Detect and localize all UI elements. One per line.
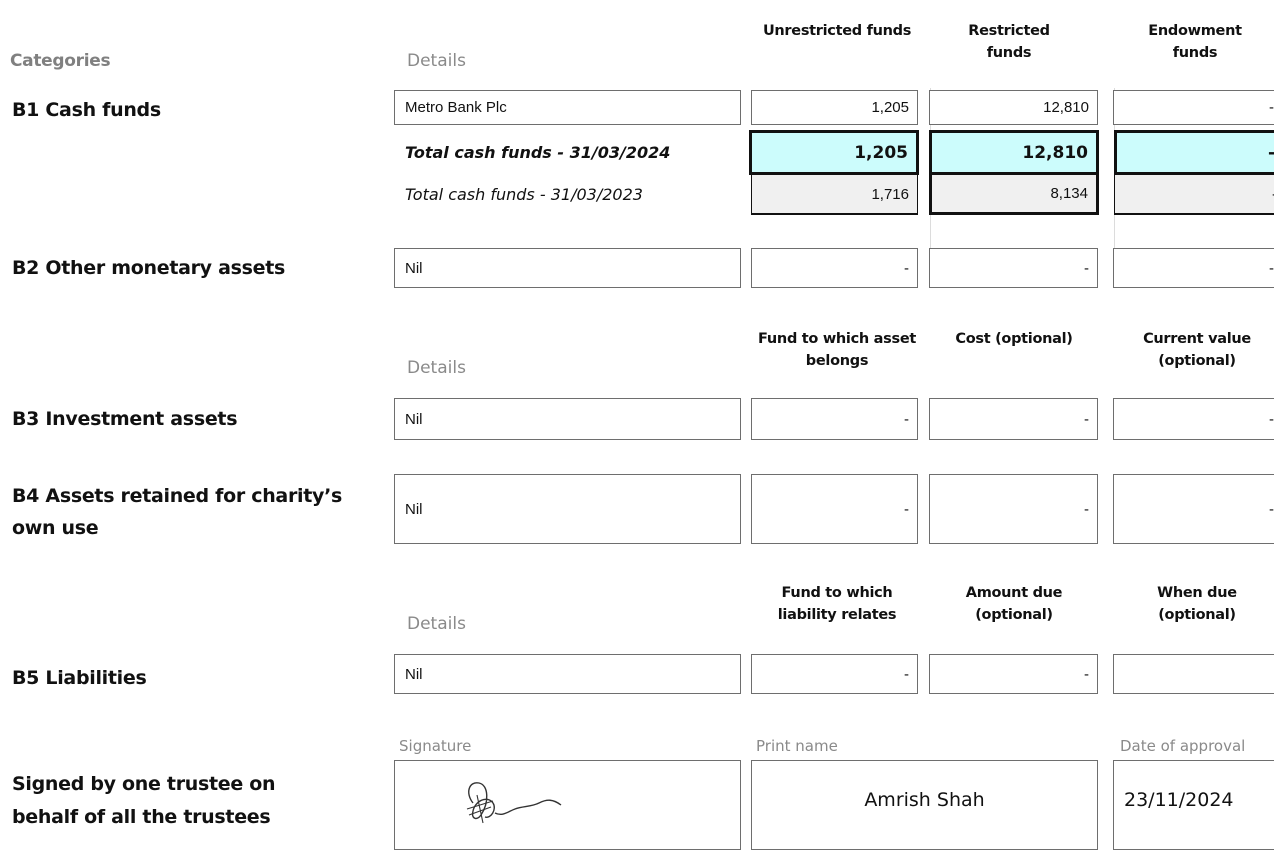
b1-unrestricted-field[interactable]: 1,205: [751, 90, 918, 125]
b1-restricted-field[interactable]: 12,810: [929, 90, 1098, 125]
assets-details-header: Details: [407, 358, 466, 378]
total-cash-prior-label: Total cash funds - 31/03/2023: [405, 185, 643, 204]
restricted-funds-header: Restricted funds: [968, 23, 1050, 61]
when-due-optional-header: When due (optional): [1157, 585, 1237, 623]
fund-asset-belongs-header: Fund to which asset belongs: [758, 331, 916, 369]
b5-liabilities-label: B5 Liabilities: [12, 667, 147, 689]
b2-other-monetary-assets-label: B2 Other monetary assets: [12, 257, 286, 279]
b2-endowment-field[interactable]: -: [1113, 248, 1274, 288]
b2-restricted-field[interactable]: -: [929, 248, 1098, 288]
unrestricted-funds-header: Unrestricted funds: [762, 23, 912, 39]
b5-when-field[interactable]: [1113, 654, 1274, 694]
fund-liability-relates-header: Fund to which liability relates: [777, 585, 897, 623]
total-current-restricted: 12,810: [929, 130, 1099, 175]
signed-by-label-line2: behalf of all the trustees: [12, 806, 271, 828]
b1-cash-funds-label: B1 Cash funds: [12, 99, 161, 121]
total-cash-current-label: Total cash funds - 31/03/2024: [405, 143, 671, 162]
date-of-approval-field[interactable]: 23/11/2024: [1113, 760, 1274, 850]
b4-value-field[interactable]: -: [1113, 474, 1274, 544]
b5-detail-field[interactable]: Nil: [394, 654, 741, 694]
b2-unrestricted-field[interactable]: -: [751, 248, 918, 288]
print-name-field[interactable]: Amrish Shah: [751, 760, 1098, 850]
total-prior-endowment: -: [1114, 175, 1274, 215]
b1-endowment-field[interactable]: -: [1113, 90, 1274, 125]
b1-detail-field[interactable]: Metro Bank Plc: [394, 90, 741, 125]
b3-cost-field[interactable]: -: [929, 398, 1098, 440]
categories-header: Categories: [10, 51, 111, 71]
b4-label-line2: own use: [12, 517, 99, 539]
b5-amount-field[interactable]: -: [929, 654, 1098, 694]
b2-detail-field[interactable]: Nil: [394, 248, 741, 288]
current-value-optional-header: Current value (optional): [1143, 331, 1251, 369]
total-current-endowment: -: [1114, 130, 1274, 175]
total-prior-restricted: 8,134: [929, 175, 1099, 215]
details-header: Details: [407, 51, 466, 71]
print-name-label: Print name: [756, 737, 838, 755]
date-of-approval-label: Date of approval: [1120, 737, 1246, 755]
signature-image: [466, 782, 562, 824]
cost-optional-header: Cost (optional): [955, 331, 1073, 347]
b5-fund-field[interactable]: -: [751, 654, 918, 694]
b4-cost-field[interactable]: -: [929, 474, 1098, 544]
signed-by-label-line1: Signed by one trustee on: [12, 773, 276, 795]
signature-field[interactable]: [394, 760, 741, 850]
b4-label-line1: B4 Assets retained for charity’s: [12, 485, 343, 507]
signature-label: Signature: [399, 737, 472, 755]
b4-detail-field[interactable]: Nil: [394, 474, 741, 544]
amount-due-optional-header: Amount due (optional): [965, 585, 1063, 623]
total-current-unrestricted: 1,205: [749, 130, 919, 175]
endowment-funds-header: Endowment funds: [1148, 23, 1242, 61]
b4-fund-field[interactable]: -: [751, 474, 918, 544]
total-prior-unrestricted: 1,716: [751, 175, 918, 215]
b3-fund-field[interactable]: -: [751, 398, 918, 440]
b3-investment-assets-label: B3 Investment assets: [12, 408, 238, 430]
b3-detail-field[interactable]: Nil: [394, 398, 741, 440]
b3-value-field[interactable]: -: [1113, 398, 1274, 440]
liabilities-details-header: Details: [407, 614, 466, 634]
